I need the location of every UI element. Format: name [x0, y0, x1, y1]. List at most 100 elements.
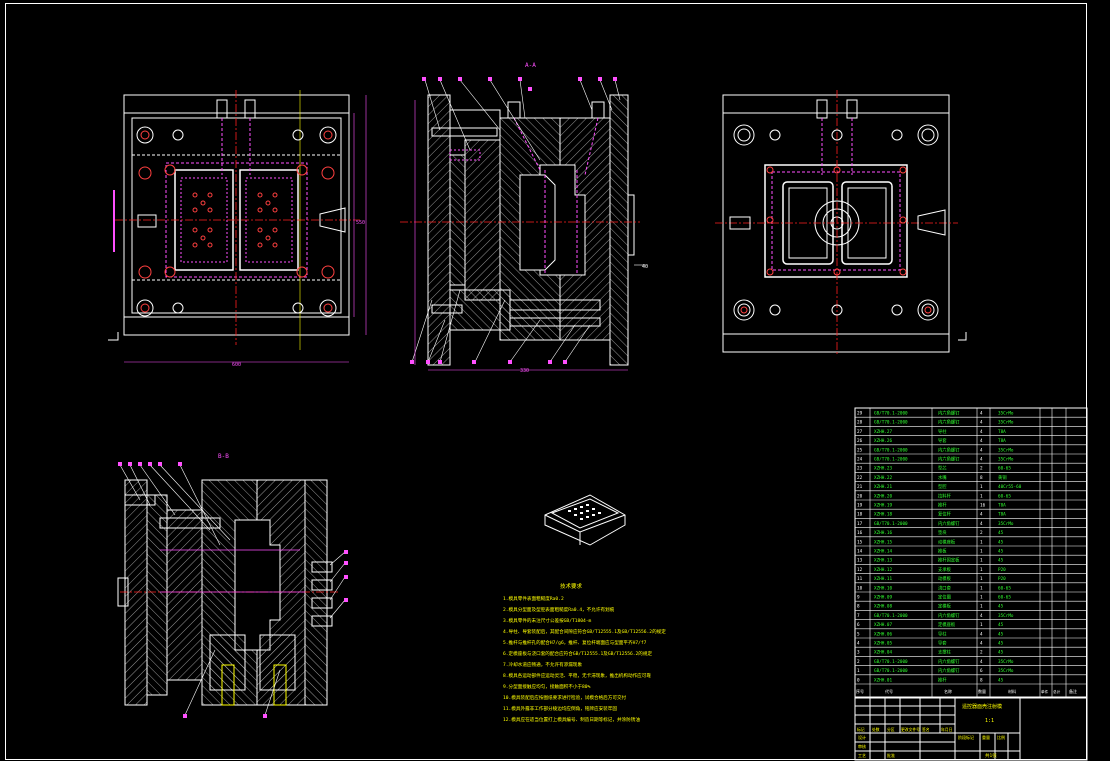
bom-row-material: 45 — [998, 530, 1004, 536]
note-line: 8.模具各运动部件应运动灵活、平稳，无卡滞现象，推出机构动作应可靠 — [503, 672, 651, 679]
bom-row-no: 22 — [857, 475, 863, 481]
bom-row-name: 推杆 — [938, 502, 947, 509]
bom-row-qty: 1 — [980, 539, 983, 545]
bom-row-code: XZHH.20 — [874, 493, 893, 499]
bom-row-name: 内六角螺钉 — [938, 612, 960, 619]
bom-row-name: 推杆固定板 — [938, 557, 960, 564]
bom-row-qty: 1 — [980, 576, 983, 582]
bom-row-qty: 8 — [980, 677, 983, 683]
bom-row-code: XZHH.04 — [874, 650, 893, 656]
bom-row-code: XZHH.14 — [874, 549, 893, 555]
tb-label-approve: 批准 — [887, 752, 895, 758]
bom-row-no: 12 — [857, 567, 863, 573]
bom-row-code: GB/T70.1-2000 — [874, 613, 908, 619]
bom-row-name: 定模座板 — [938, 621, 956, 628]
bom-row-no: 3 — [857, 650, 860, 656]
bom-row-no: 15 — [857, 539, 863, 545]
bom-row-name: 垫块 — [938, 529, 947, 536]
notes-title: 技术要求 — [560, 582, 583, 590]
bom-row-no: 14 — [857, 549, 863, 555]
bom-row-name: 内六角螺钉 — [938, 410, 960, 417]
bill-of-materials-table: 29 GB/T70.1-2000 内六角螺钉 4 35CrMo28 GB/T70.1-20… — [854, 407, 1088, 699]
bom-row-no: 29 — [857, 411, 863, 417]
section-view-aa: A-A 40 330 — [400, 62, 648, 374]
bom-row-no: 27 — [857, 429, 863, 435]
bom-row-code: XZHH.05 — [874, 641, 893, 647]
bom-row-material: 45 — [998, 641, 1004, 647]
bom-row-code: GB/T70.1-2000 — [874, 457, 908, 463]
bom-row-qty: 1 — [980, 558, 983, 564]
bom-row-no: 2 — [857, 659, 860, 665]
note-line: 6.定模座板与浇口套的配合应符合GB/T12555.1及GB/T12556.2的… — [503, 650, 652, 657]
bom-row-qty: 1 — [980, 585, 983, 591]
bom-row-name: 导柱 — [938, 428, 947, 435]
bom-row-material: T8A — [998, 503, 1006, 509]
bom-row-no: 5 — [857, 631, 860, 637]
bom-row-no: 13 — [857, 558, 863, 564]
bom-row-material: 60-65 — [998, 466, 1011, 472]
bom-row-material: 35CrMo — [998, 521, 1014, 527]
bom-row-name: 导套 — [938, 640, 947, 647]
dim-side-label: 40 — [642, 264, 648, 270]
bom-row-qty: 6 — [980, 668, 983, 674]
bom-row-no: 21 — [857, 484, 863, 490]
bom-row-qty: 4 — [980, 411, 983, 417]
bom-row-qty: 1 — [980, 567, 983, 573]
tb-label-mark: 标记 — [857, 727, 865, 732]
bom-row-name: 定位圈 — [938, 594, 951, 601]
bom-row-code: XZHH.21 — [874, 484, 893, 490]
bom-row-material: 35CrMo — [998, 613, 1014, 619]
note-line: 1.模具零件表面粗糙度Ra0.2 — [503, 595, 564, 602]
bom-row-code: GB/T70.1-2000 — [874, 521, 908, 527]
bom-row-material: 45 — [998, 622, 1004, 628]
tb-label-design: 设计 — [858, 734, 866, 740]
bom-row-code: XZHH.18 — [874, 512, 893, 518]
bom-row-code: XZHH.15 — [874, 539, 893, 545]
tb-label-weight: 重量 — [982, 734, 990, 740]
bom-header-qty: 数量 — [978, 688, 986, 694]
bom-row-code: GB/T70.1-2000 — [874, 668, 908, 674]
bom-row-name: 内六角螺钉 — [938, 520, 960, 527]
bom-row-qty: 4 — [980, 457, 983, 463]
bom-row-material: 35CrMo — [998, 659, 1014, 665]
bom-row-qty: 1 — [980, 484, 983, 490]
bom-row-no: 28 — [857, 420, 863, 426]
note-line: 7.冷却水道应畅通，不允许有渗漏现象 — [503, 661, 582, 668]
bom-row-no: 9 — [857, 595, 860, 601]
bom-row-material: 45 — [998, 631, 1004, 637]
bom-row-material: 45 — [998, 539, 1004, 545]
bom-row-name: 导柱 — [938, 630, 947, 637]
bom-row-code: GB/T70.1-2000 — [874, 659, 908, 665]
bom-row-name: 动模座板 — [938, 538, 956, 545]
bom-row-no: 8 — [857, 604, 860, 610]
bom-row-material: 45 — [998, 549, 1004, 555]
bom-row-qty: 4 — [980, 512, 983, 518]
note-line: 2.模具分型面及型腔表面粗糙度Ra0.4，不允许有划痕 — [503, 606, 615, 613]
bom-row-no: 16 — [857, 530, 863, 536]
dim-section-height: 330 — [520, 368, 529, 374]
drawing-name: 遥控器面壳注射模 — [962, 703, 1002, 710]
bom-row-name: 浇口套 — [938, 584, 952, 591]
bom-row-qty: 2 — [980, 530, 983, 536]
technical-notes: 技术要求 1.模具零件表面粗糙度Ra0.2 2.模具分型面及型腔表面粗糙度Ra0… — [503, 582, 666, 723]
tb-label-ratio: 比例 — [997, 734, 1005, 740]
note-line: 9.分型面接触应均匀，接触面积不小于80% — [503, 683, 591, 690]
bom-header-name: 名称 — [944, 688, 952, 694]
bom-row-code: XZHH.26 — [874, 438, 893, 444]
bom-row-material: T8A — [998, 429, 1006, 435]
bom-row-material: 60-65 — [998, 585, 1011, 591]
bom-row-name: 内六角螺钉 — [938, 446, 960, 453]
bom-row-name: 型芯 — [938, 465, 947, 472]
bom-row-material: 35CrMo — [998, 457, 1014, 463]
bom-row-material: 60-65 — [998, 493, 1011, 499]
bom-row-name: 型腔 — [938, 483, 947, 490]
bolt-holes-left — [136, 126, 337, 317]
sheet-info: 共1张 — [985, 752, 997, 759]
bom-row-name: 拉料杆 — [938, 492, 952, 499]
bom-row-name: 支承板 — [938, 566, 952, 573]
bom-row-code: XZHH.09 — [874, 595, 893, 601]
bom-row-no: 1 — [857, 668, 860, 674]
bom-row-qty: 4 — [980, 641, 983, 647]
bom-row-material: P20 — [998, 576, 1006, 582]
bom-row-no: 25 — [857, 447, 863, 453]
